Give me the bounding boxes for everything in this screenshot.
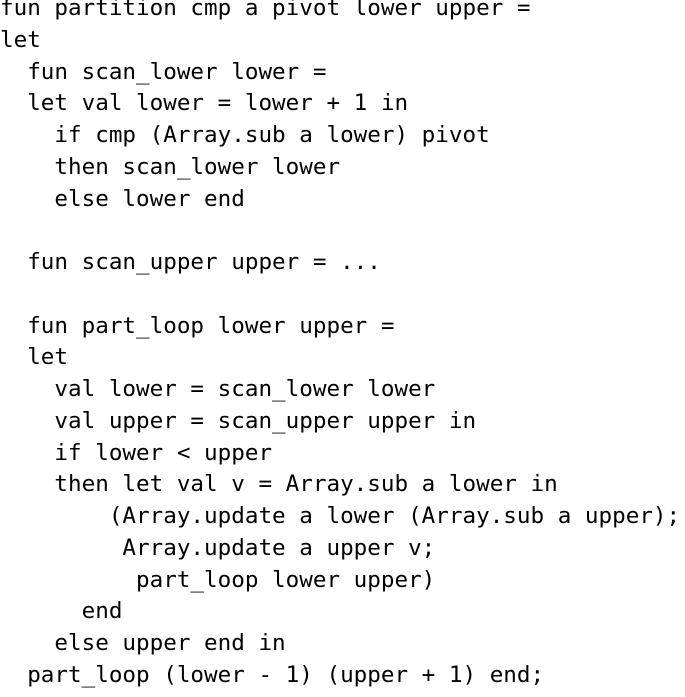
code-line: fun part_loop lower upper = — [0, 312, 395, 339]
code-line: part_loop lower upper) — [0, 566, 436, 593]
code-line: let — [0, 344, 69, 371]
code-line: else lower end — [0, 185, 245, 212]
code-line: fun partition cmp a pivot lower upper = — [0, 0, 531, 21]
source-code-block: fun partition cmp a pivot lower upper = l… — [0, 0, 685, 692]
code-line: let — [0, 26, 41, 53]
code-line: Array.update a upper v; — [0, 534, 436, 561]
code-listing-page: fun partition cmp a pivot lower upper = l… — [0, 0, 685, 697]
code-line: fun scan_lower lower = — [0, 58, 327, 85]
code-line: part_loop (lower - 1) (upper + 1) end; — [0, 661, 545, 688]
code-line: if lower < upper — [0, 439, 273, 466]
code-line: val lower = scan_lower lower — [0, 376, 436, 402]
code-line: (Array.update a lower (Array.sub a upper… — [0, 503, 681, 529]
code-line: then let val v = Array.sub a lower in — [0, 471, 558, 498]
code-line: then scan_lower lower — [0, 153, 341, 180]
code-line: if cmp (Array.sub a lower) pivot — [0, 122, 490, 148]
code-line: let val lower = lower + 1 in — [0, 90, 409, 117]
code-line: else upper end in — [0, 630, 286, 656]
code-line: end — [0, 598, 123, 625]
code-line: fun scan_upper upper = ... — [0, 249, 381, 275]
code-line: val upper = scan_upper upper in — [0, 407, 477, 434]
